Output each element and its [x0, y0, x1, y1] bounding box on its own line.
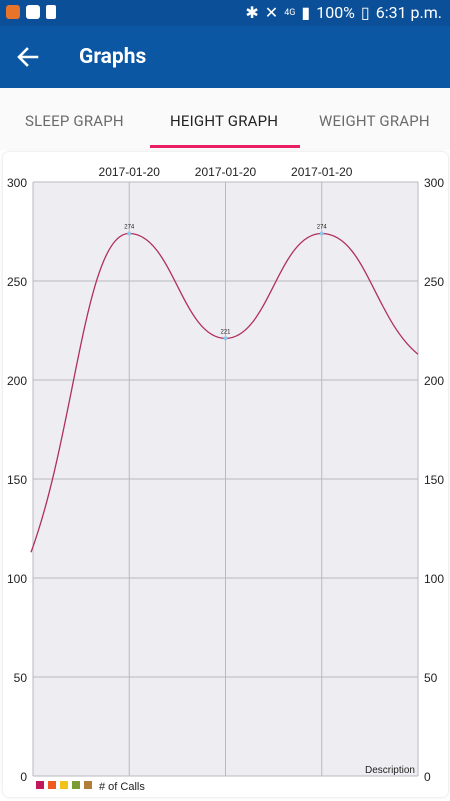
tab-height-graph[interactable]: HEIGHT GRAPH — [170, 112, 278, 130]
data-point — [127, 231, 132, 236]
tab-indicator — [150, 145, 300, 148]
data-label: 274 — [317, 224, 328, 230]
chart-card: 300 250 200 150 100 50 0 300 250 200 150 100 50 0 2017… — [3, 152, 448, 797]
signal-icon: ▮ — [301, 3, 311, 22]
x-tick-top: 2017-01-20 — [99, 165, 161, 179]
y-tick-left: 50 — [14, 671, 28, 685]
tab-bar: SLEEP GRAPH HEIGHT GRAPH WEIGHT GRAPH — [0, 88, 450, 150]
clock-time: 6:31 p.m. — [375, 3, 442, 22]
call-notification-icon — [46, 5, 56, 19]
y-tick-left: 100 — [7, 572, 27, 586]
battery-icon: ▯ — [360, 3, 370, 22]
y-tick-right: 300 — [424, 176, 444, 190]
data-label: 221 — [220, 329, 231, 335]
bluetooth-icon: ✱ — [245, 3, 259, 22]
height-line-chart[interactable]: 300 250 200 150 100 50 0 300 250 200 150 100 50 0 2017… — [3, 152, 448, 797]
tab-weight-graph[interactable]: WEIGHT GRAPH — [319, 112, 430, 130]
data-point — [319, 231, 324, 236]
y-tick-right: 50 — [424, 671, 438, 685]
back-arrow-icon[interactable] — [14, 43, 42, 71]
y-tick-left: 150 — [7, 473, 27, 487]
mute-icon: ✕ — [264, 3, 279, 22]
legend-swatch — [72, 781, 80, 789]
app-notification-icon — [6, 5, 20, 19]
x-tick-top: 2017-01-20 — [291, 165, 353, 179]
chart-description: Description — [365, 765, 415, 776]
y-tick-left: 200 — [7, 374, 27, 388]
y-tick-left: 250 — [7, 275, 27, 289]
y-tick-left: 300 — [7, 176, 27, 190]
y-tick-right: 0 — [424, 770, 431, 784]
battery-percent: 100% — [316, 3, 355, 22]
legend-label: # of Calls — [99, 781, 145, 793]
app-bar: Graphs — [0, 26, 450, 88]
legend-swatch — [36, 781, 44, 789]
y-tick-right: 150 — [424, 473, 444, 487]
y-tick-right: 100 — [424, 572, 444, 586]
legend-swatch — [84, 781, 92, 789]
legend-swatch — [60, 781, 68, 789]
y-tick-right: 200 — [424, 374, 444, 388]
status-bar: ✱ ✕ 4G ▮ 100% ▯ 6:31 p.m. — [0, 0, 450, 26]
network-type-label: 4G — [284, 7, 296, 18]
data-point — [223, 336, 228, 341]
legend-swatch — [48, 781, 56, 789]
y-tick-right: 250 — [424, 275, 444, 289]
tab-sleep-graph[interactable]: SLEEP GRAPH — [25, 112, 124, 130]
page-title: Graphs — [79, 45, 147, 69]
y-tick-left: 0 — [20, 770, 27, 784]
data-label: 274 — [124, 224, 135, 230]
x-tick-top: 2017-01-20 — [195, 165, 257, 179]
image-notification-icon — [26, 5, 40, 19]
